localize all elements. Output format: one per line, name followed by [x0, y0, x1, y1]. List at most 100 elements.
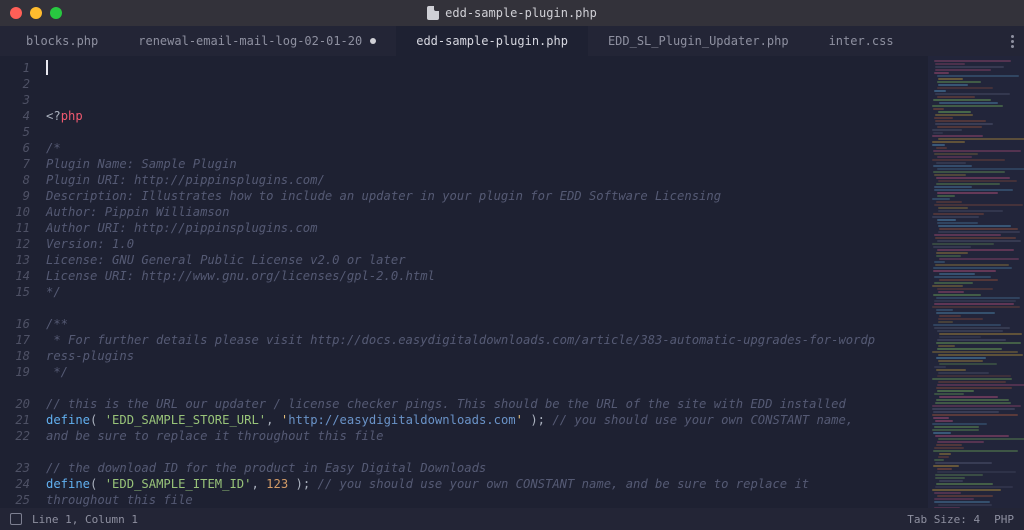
- code-line[interactable]: */: [46, 284, 928, 300]
- cursor-position[interactable]: Line 1, Column 1: [32, 513, 138, 526]
- code-line[interactable]: // this is the URL our updater / license…: [46, 396, 928, 412]
- minimap-line: [932, 144, 945, 146]
- minimap-line: [936, 252, 968, 254]
- line-number[interactable]: 24: [0, 476, 30, 492]
- code-line[interactable]: Author: Pippin Williamson: [46, 204, 928, 220]
- tab[interactable]: renewal-email-mail-log-02-01-20: [118, 26, 396, 56]
- line-number[interactable]: 12: [0, 236, 30, 252]
- tab-label: blocks.php: [26, 34, 98, 48]
- line-number[interactable]: 18: [0, 348, 30, 364]
- minimap-line: [937, 390, 974, 392]
- minimap-line: [938, 345, 955, 347]
- code-line[interactable]: [46, 380, 928, 396]
- minimap-line: [939, 480, 963, 482]
- code-line[interactable]: Description: Illustrates how to include …: [46, 188, 928, 204]
- minimap-line: [935, 474, 983, 476]
- titlebar[interactable]: edd-sample-plugin.php: [0, 0, 1024, 26]
- tab[interactable]: edd-sample-plugin.php: [396, 26, 588, 56]
- close-window-icon[interactable]: [10, 7, 22, 19]
- minimap-line: [937, 168, 1024, 170]
- code-line[interactable]: [46, 300, 928, 316]
- tab-bar: blocks.php renewal-email-mail-log-02-01-2…: [0, 26, 1024, 56]
- line-number[interactable]: [0, 444, 30, 460]
- sidebar-toggle-icon[interactable]: [10, 513, 22, 525]
- line-number[interactable]: 1: [0, 60, 30, 76]
- line-number[interactable]: 3: [0, 92, 30, 108]
- tab-menu-button[interactable]: [1011, 35, 1014, 48]
- title-text: edd-sample-plugin.php: [445, 6, 597, 20]
- line-number[interactable]: 25: [0, 492, 30, 508]
- minimap-line: [936, 444, 962, 446]
- minimap-line: [935, 237, 1016, 239]
- minimize-window-icon[interactable]: [30, 7, 42, 19]
- line-number[interactable]: 7: [0, 156, 30, 172]
- code-line[interactable]: [46, 444, 928, 460]
- line-number[interactable]: [0, 300, 30, 316]
- tab[interactable]: EDD_SL_Plugin_Updater.php: [588, 26, 809, 56]
- code-line[interactable]: Author URI: http://pippinsplugins.com: [46, 220, 928, 236]
- code-line[interactable]: */: [46, 364, 928, 380]
- minimap-line: [937, 81, 981, 83]
- line-number[interactable]: 23: [0, 460, 30, 476]
- code-line[interactable]: * For further details please visit http:…: [46, 332, 928, 348]
- line-number[interactable]: 13: [0, 252, 30, 268]
- line-number[interactable]: 16: [0, 316, 30, 332]
- code-line[interactable]: /**: [46, 316, 928, 332]
- line-number[interactable]: 22: [0, 428, 30, 444]
- minimap[interactable]: [928, 56, 1024, 508]
- line-number[interactable]: 2: [0, 76, 30, 92]
- line-number[interactable]: 8: [0, 172, 30, 188]
- minimap-line: [933, 108, 944, 110]
- line-number-gutter[interactable]: 1234567891011121314151617181920212223242…: [0, 56, 38, 508]
- line-number[interactable]: 10: [0, 204, 30, 220]
- minimap-line: [935, 69, 991, 71]
- code-area[interactable]: <?php /*Plugin Name: Sample PluginPlugin …: [38, 56, 928, 508]
- line-number[interactable]: 17: [0, 332, 30, 348]
- code-line[interactable]: Plugin Name: Sample Plugin: [46, 156, 928, 172]
- minimap-line: [936, 147, 947, 149]
- code-line[interactable]: Plugin URI: http://pippinsplugins.com/: [46, 172, 928, 188]
- syntax-mode[interactable]: PHP: [994, 513, 1014, 526]
- minimap-line: [935, 477, 965, 479]
- zoom-window-icon[interactable]: [50, 7, 62, 19]
- code-line[interactable]: throughout this file: [46, 492, 928, 508]
- tab-size[interactable]: Tab Size: 4: [907, 513, 980, 526]
- minimap-line: [938, 225, 1011, 227]
- line-number[interactable]: 20: [0, 396, 30, 412]
- title: edd-sample-plugin.php: [0, 6, 1024, 20]
- line-number[interactable]: 21: [0, 412, 30, 428]
- minimap-line: [938, 84, 968, 86]
- code-line[interactable]: [46, 124, 928, 140]
- line-number[interactable]: [0, 380, 30, 396]
- code-line[interactable]: define( 'EDD_SAMPLE_STORE_URL', 'http://…: [46, 412, 928, 428]
- tab-label: inter.css: [829, 34, 894, 48]
- minimap-line: [932, 285, 963, 287]
- code-line[interactable]: /*: [46, 140, 928, 156]
- line-number[interactable]: 6: [0, 140, 30, 156]
- line-number[interactable]: 9: [0, 188, 30, 204]
- minimap-line: [932, 408, 1015, 410]
- minimap-line: [937, 471, 1016, 473]
- main: 1234567891011121314151617181920212223242…: [0, 56, 1024, 508]
- code-line[interactable]: and be sure to replace it throughout thi…: [46, 428, 928, 444]
- code-editor[interactable]: 1234567891011121314151617181920212223242…: [0, 56, 928, 508]
- minimap-line: [937, 339, 1006, 341]
- code-line[interactable]: License: GNU General Public License v2.0…: [46, 252, 928, 268]
- line-number[interactable]: 15: [0, 284, 30, 300]
- tab[interactable]: inter.css: [809, 26, 914, 56]
- minimap-line: [934, 282, 973, 284]
- code-line[interactable]: Version: 1.0: [46, 236, 928, 252]
- status-bar: Line 1, Column 1 Tab Size: 4 PHP: [0, 508, 1024, 530]
- line-number[interactable]: 5: [0, 124, 30, 140]
- code-line[interactable]: ress-plugins: [46, 348, 928, 364]
- minimap-line: [939, 102, 998, 104]
- code-line[interactable]: <?php: [46, 108, 928, 124]
- line-number[interactable]: 4: [0, 108, 30, 124]
- line-number[interactable]: 14: [0, 268, 30, 284]
- code-line[interactable]: // the download ID for the product in Ea…: [46, 460, 928, 476]
- code-line[interactable]: define( 'EDD_SAMPLE_ITEM_ID', 123 ); // …: [46, 476, 928, 492]
- line-number[interactable]: 11: [0, 220, 30, 236]
- code-line[interactable]: License URI: http://www.gnu.org/licenses…: [46, 268, 928, 284]
- tab[interactable]: blocks.php: [6, 26, 118, 56]
- line-number[interactable]: 19: [0, 364, 30, 380]
